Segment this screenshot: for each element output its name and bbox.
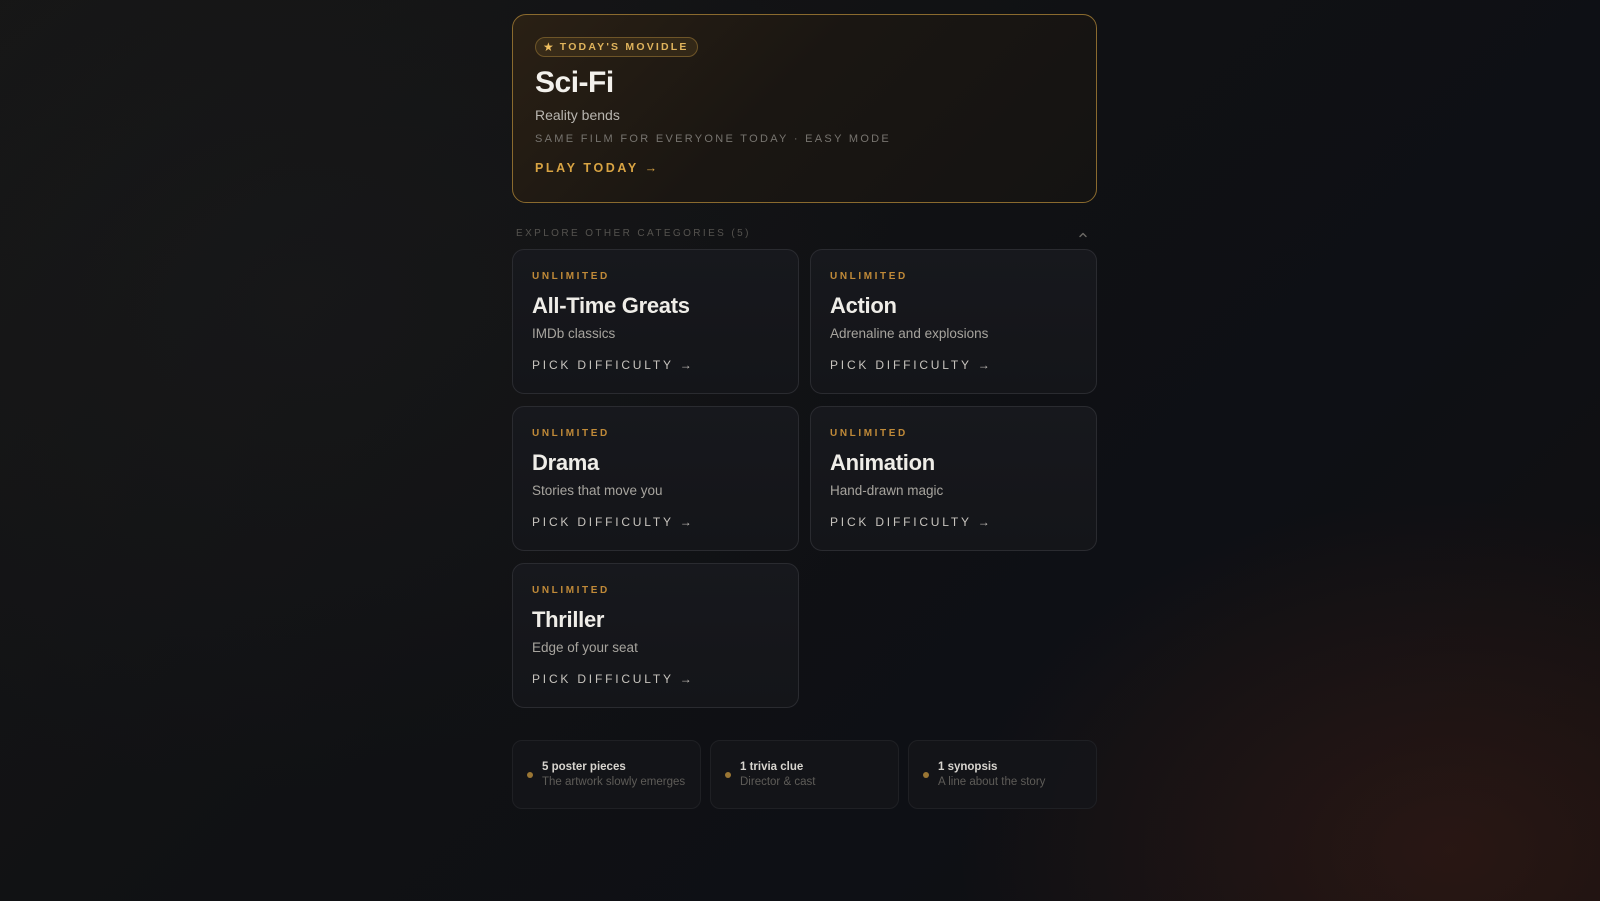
category-title: Drama [532,450,599,475]
explore-label: EXPLORE OTHER CATEGORIES (5) [516,228,751,239]
play-today-button[interactable]: PLAY TODAY → [535,160,660,176]
category-subtitle: Stories that move you [532,483,663,498]
category-card-animation[interactable]: UNLIMITED Animation Hand-drawn magic PIC… [810,406,1097,551]
main-content: ★ TODAY'S MOVIDLE Sci-Fi Reality bends S… [512,14,1097,809]
category-card-all-time-greats[interactable]: UNLIMITED All-Time Greats IMDb classics … [512,249,799,394]
category-title: All-Time Greats [532,293,690,318]
feature-subtitle: The artwork slowly emerges [542,775,686,788]
category-tag: UNLIMITED [532,585,610,596]
pick-difficulty-link[interactable]: PICK DIFFICULTY → [830,514,1077,530]
pick-difficulty-link[interactable]: PICK DIFFICULTY → [532,357,779,373]
feature-subtitle: A line about the story [938,775,1046,788]
feature-trivia-clue: 1 trivia clue Director & cast [710,740,899,809]
category-subtitle: Hand-drawn magic [830,483,944,498]
feature-subtitle: Director & cast [740,775,816,788]
hero-subtitle: Reality bends [535,107,620,123]
bullet-dot-icon [725,771,731,778]
category-subtitle: Edge of your seat [532,640,638,655]
category-subtitle: Adrenaline and explosions [830,326,989,341]
todays-movidle-card[interactable]: ★ TODAY'S MOVIDLE Sci-Fi Reality bends S… [512,14,1097,203]
hero-meta: SAME FILM FOR EVERYONE TODAY · EASY MODE [535,133,892,145]
bullet-dot-icon [527,771,533,778]
star-icon: ★ [543,40,554,54]
category-title: Animation [830,450,935,475]
bullet-dot-icon [923,771,929,778]
category-card-thriller[interactable]: UNLIMITED Thriller Edge of your seat PIC… [512,563,799,708]
category-title: Action [830,293,897,318]
explore-header: EXPLORE OTHER CATEGORIES (5) [512,227,1097,241]
feature-title: 1 synopsis [938,760,998,773]
category-title: Thriller [532,607,605,632]
pick-difficulty-link[interactable]: PICK DIFFICULTY → [532,671,779,687]
hero-title: Sci-Fi [535,66,614,99]
badge-label: TODAY'S MOVIDLE [559,41,689,53]
category-tag: UNLIMITED [830,271,908,282]
feature-poster-pieces: 5 poster pieces The artwork slowly emerg… [512,740,701,809]
category-tag: UNLIMITED [532,428,610,439]
chevron-up-icon[interactable] [1077,228,1089,240]
category-card-drama[interactable]: UNLIMITED Drama Stories that move you PI… [512,406,799,551]
pick-difficulty-link[interactable]: PICK DIFFICULTY → [532,514,779,530]
category-subtitle: IMDb classics [532,326,616,341]
feature-list: 5 poster pieces The artwork slowly emerg… [512,740,1097,809]
category-tag: UNLIMITED [830,428,908,439]
feature-title: 5 poster pieces [542,760,626,773]
pick-difficulty-link[interactable]: PICK DIFFICULTY → [830,357,1077,373]
todays-movidle-badge: ★ TODAY'S MOVIDLE [535,37,698,57]
category-grid: UNLIMITED All-Time Greats IMDb classics … [512,249,1097,708]
feature-title: 1 trivia clue [740,760,804,773]
category-tag: UNLIMITED [532,271,610,282]
category-card-action[interactable]: UNLIMITED Action Adrenaline and explosio… [810,249,1097,394]
feature-synopsis: 1 synopsis A line about the story [908,740,1097,809]
